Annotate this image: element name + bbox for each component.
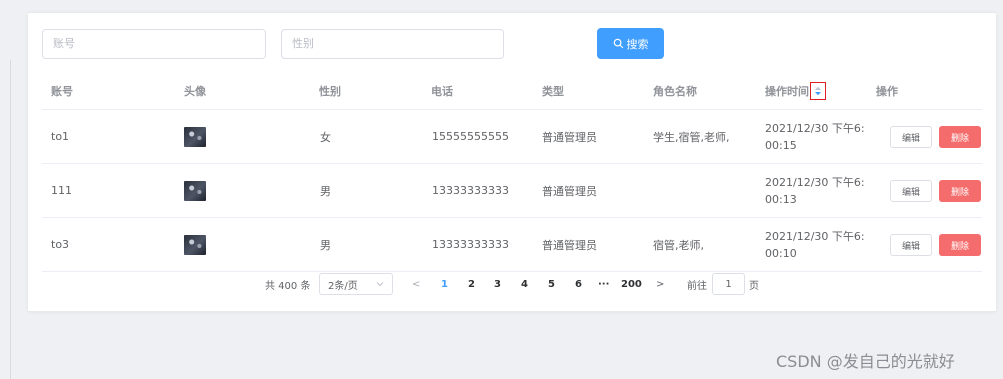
goto-suffix: 页 [749, 280, 759, 292]
gender-search-input[interactable]: 性别 [281, 29, 504, 59]
user-list-card: 账号 性别 搜索 账号 头像 性别 电话 类型 角色名称 操作时间 操作 to1… [28, 12, 996, 311]
table-row: 111 男 13333333333 普通管理员 2021/12/30 下午6: … [42, 164, 982, 218]
type-cell: 普通管理员 [542, 130, 597, 144]
avatar-cell [184, 218, 206, 271]
type-cell: 普通管理员 [542, 184, 597, 198]
edit-button[interactable]: 编辑 [890, 126, 932, 148]
column-header-time[interactable]: 操作时间 [765, 73, 826, 109]
avatar [184, 126, 206, 147]
account-cell: 111 [51, 184, 72, 197]
sort-caret-icon[interactable] [810, 82, 826, 100]
page-2-button[interactable]: 2 [468, 273, 475, 295]
page-6-button[interactable]: 6 [575, 273, 582, 295]
table-header: 账号 头像 性别 电话 类型 角色名称 操作时间 操作 [42, 73, 982, 110]
delete-button[interactable]: 删除 [939, 180, 981, 202]
account-search-input[interactable]: 账号 [42, 29, 266, 59]
time-date: 2021/12/30 下午6: [765, 229, 865, 243]
search-button[interactable]: 搜索 [597, 28, 664, 59]
table-row: to3 男 13333333333 普通管理员 宿管,老师, 2021/12/3… [42, 218, 982, 272]
account-cell: to1 [51, 130, 70, 143]
page-size-select[interactable]: 2条/页 [319, 273, 393, 295]
column-header-actions: 操作 [876, 85, 898, 98]
delete-button[interactable]: 删除 [939, 234, 981, 256]
page-size-value: 2条/页 [328, 280, 358, 292]
account-cell: to3 [51, 238, 70, 251]
table-row: to1 女 15555555555 普通管理员 学生,宿管,老师, 2021/1… [42, 110, 982, 164]
page-last-button[interactable]: 200 [621, 273, 642, 295]
goto-page-input[interactable]: 1 [712, 273, 745, 295]
column-header-account: 账号 [51, 85, 73, 98]
page-5-button[interactable]: 5 [548, 273, 555, 295]
time-cell: 2021/12/30 下午6: 00:15 [765, 110, 865, 163]
column-header-time-label: 操作时间 [765, 85, 809, 98]
column-header-type: 类型 [542, 85, 564, 98]
sidebar-edge [10, 60, 11, 379]
avatar [184, 180, 206, 201]
prev-page-button[interactable]: < [412, 273, 420, 295]
time-date: 2021/12/30 下午6: [765, 121, 865, 135]
avatar [184, 234, 206, 255]
gender-cell: 男 [320, 238, 331, 252]
phone-cell: 15555555555 [432, 130, 509, 143]
column-header-roles: 角色名称 [653, 85, 697, 98]
page-3-button[interactable]: 3 [494, 273, 501, 295]
search-button-label: 搜索 [626, 37, 649, 51]
time-clock: 00:15 [765, 138, 797, 152]
chevron-down-icon [376, 282, 384, 287]
page-4-button[interactable]: 4 [521, 273, 528, 295]
time-cell: 2021/12/30 下午6: 00:10 [765, 218, 865, 271]
next-page-button[interactable]: > [656, 273, 664, 295]
goto-label: 前往 [687, 280, 707, 292]
phone-cell: 13333333333 [432, 238, 509, 251]
time-clock: 00:10 [765, 246, 797, 260]
page-1-button[interactable]: 1 [441, 273, 448, 295]
column-header-phone: 电话 [431, 85, 453, 98]
time-date: 2021/12/30 下午6: [765, 175, 865, 189]
avatar-cell [184, 164, 206, 217]
delete-button[interactable]: 删除 [939, 126, 981, 148]
time-clock: 00:13 [765, 192, 797, 206]
column-header-gender: 性别 [319, 85, 341, 98]
time-cell: 2021/12/30 下午6: 00:13 [765, 164, 865, 217]
pagination: 共 400 条 2条/页 < 1 2 3 4 5 6 ··· 200 > 前往 … [28, 273, 996, 295]
phone-cell: 13333333333 [432, 184, 509, 197]
gender-cell: 女 [320, 130, 331, 144]
page-ellipsis-button[interactable]: ··· [598, 273, 609, 295]
watermark: CSDN @发自己的光就好 [776, 352, 955, 371]
edit-button[interactable]: 编辑 [890, 180, 932, 202]
avatar-cell [184, 110, 206, 163]
gender-cell: 男 [320, 184, 331, 198]
edit-button[interactable]: 编辑 [890, 234, 932, 256]
column-header-avatar: 头像 [184, 85, 206, 98]
roles-cell: 宿管,老师, [653, 238, 704, 252]
search-icon [613, 38, 623, 49]
pagination-total: 共 400 条 [265, 280, 311, 292]
roles-cell: 学生,宿管,老师, [653, 130, 730, 144]
type-cell: 普通管理员 [542, 238, 597, 252]
